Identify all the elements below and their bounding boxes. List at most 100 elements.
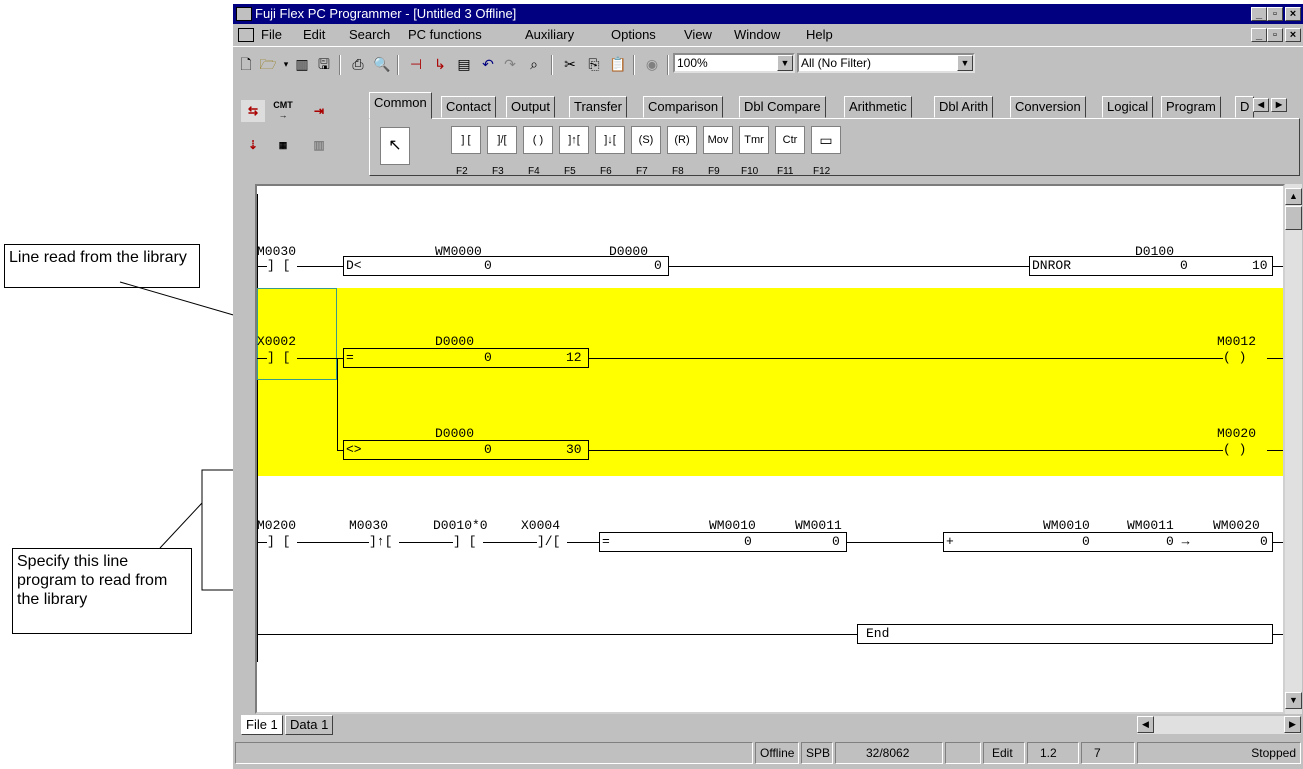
undo-icon[interactable]: ↶: [477, 53, 499, 75]
compare-b-value: 30: [566, 442, 582, 457]
tab-comparison[interactable]: Comparison: [643, 96, 724, 118]
palette-falling-edge-button[interactable]: ]↓[: [595, 126, 625, 154]
palette-coil-button[interactable]: ( ): [523, 126, 553, 154]
tab-common[interactable]: Common: [369, 92, 432, 119]
menu-search[interactable]: Search: [349, 24, 390, 46]
monitor-icon[interactable]: ▤: [453, 53, 475, 75]
menu-auxiliary[interactable]: Auxiliary: [525, 24, 574, 46]
ladder-view-icon[interactable]: ▦: [271, 134, 295, 156]
tab-logical[interactable]: Logical: [1102, 96, 1154, 118]
add-c-value: 0: [1260, 534, 1268, 549]
palette-mov-button[interactable]: Mov: [703, 126, 733, 154]
no-contact-symbol: ] [: [453, 534, 477, 549]
tab-program[interactable]: Program: [1161, 96, 1221, 118]
menu-file[interactable]: File: [261, 24, 282, 46]
chevron-down-icon[interactable]: ▼: [957, 55, 973, 71]
tab-output[interactable]: Output: [506, 96, 556, 118]
print-icon[interactable]: ⎙: [347, 53, 369, 75]
add-box[interactable]: + 0 0 → 0: [943, 532, 1273, 552]
block-icon[interactable]: ▥: [307, 134, 331, 156]
redo-icon[interactable]: ↷: [499, 53, 521, 75]
ladder-editor[interactable]: M0030 WM0000 D0000 D0100 ] [ D< 0 0 DNRO…: [255, 184, 1285, 714]
fkey-label: F7: [636, 166, 648, 177]
compare-op: D<: [346, 258, 362, 273]
palette-nc-contact-button[interactable]: ]/[: [487, 126, 517, 154]
mdi-close-button[interactable]: ×: [1285, 28, 1301, 42]
menu-help[interactable]: Help: [806, 24, 833, 46]
paste-icon[interactable]: 📋: [607, 53, 629, 75]
minimize-button[interactable]: _: [1251, 7, 1267, 21]
scroll-thumb[interactable]: [1285, 206, 1302, 230]
compare-box[interactable]: D< 0 0: [343, 256, 669, 276]
contact-label: M0030: [349, 518, 389, 533]
horizontal-scrollbar[interactable]: ◀ ▶: [1137, 716, 1301, 734]
tab-dbl-arith[interactable]: Dbl Arith: [934, 96, 994, 118]
tab-conversion[interactable]: Conversion: [1010, 96, 1086, 118]
end-box[interactable]: End: [857, 624, 1273, 644]
tab-scroll-right-icon[interactable]: ▶: [1271, 98, 1287, 112]
tab-dbl-compare[interactable]: Dbl Compare: [739, 96, 826, 118]
comment-icon[interactable]: CMT →: [271, 100, 295, 122]
scroll-down-icon[interactable]: ▼: [1285, 692, 1302, 709]
tab-d[interactable]: D: [1235, 96, 1255, 118]
compare-box[interactable]: = 0 12: [343, 348, 589, 368]
zoom-combo[interactable]: 100% ▼: [673, 53, 795, 73]
palette-rising-edge-button[interactable]: ]↑[: [559, 126, 589, 154]
menu-view[interactable]: View: [684, 24, 712, 46]
compare-box[interactable]: <> 0 30: [343, 440, 589, 460]
insert-line-icon[interactable]: ↳: [429, 53, 451, 75]
fkey-label: F3: [492, 166, 504, 177]
filter-combo[interactable]: All (No Filter) ▼: [797, 53, 975, 73]
contact-label: X0004: [521, 518, 561, 533]
branch-wire: [337, 358, 338, 450]
cmp-a-label: WM0010: [709, 518, 756, 533]
new-file-icon[interactable]: 🗋: [235, 53, 257, 75]
palette-reset-button[interactable]: (R): [667, 126, 697, 154]
palette-tmr-button[interactable]: Tmr: [739, 126, 769, 154]
comm-icon[interactable]: ◉: [641, 53, 663, 75]
menu-edit[interactable]: Edit: [303, 24, 325, 46]
pointer-select-icon[interactable]: ↖: [380, 127, 410, 165]
fkey-label: F2: [456, 166, 468, 177]
copy-icon[interactable]: ⎘: [583, 53, 605, 75]
compare-a-value: 0: [484, 258, 492, 273]
compare-box[interactable]: = 0 0: [599, 532, 847, 552]
tab-arithmetic[interactable]: Arithmetic: [844, 96, 912, 118]
wire: [1273, 266, 1283, 267]
maximize-button[interactable]: ▫: [1267, 7, 1283, 21]
status-edit: Edit: [983, 742, 1025, 764]
library-icon[interactable]: ▥: [291, 53, 313, 75]
chevron-down-icon[interactable]: ▼: [777, 55, 793, 71]
tab-contact[interactable]: Contact: [441, 96, 496, 118]
menu-options[interactable]: Options: [611, 24, 656, 46]
tab-data-1[interactable]: Data 1: [285, 715, 334, 735]
find-icon[interactable]: ⌕: [523, 53, 545, 75]
insert-rung-icon[interactable]: ⇣: [241, 134, 265, 156]
cut-icon[interactable]: ✂: [559, 53, 581, 75]
scroll-right-icon[interactable]: ▶: [1284, 716, 1301, 733]
tab-file-1[interactable]: File 1: [241, 715, 283, 735]
scroll-left-icon[interactable]: ◀: [1137, 716, 1154, 733]
network-left-icon[interactable]: ⇆: [241, 100, 265, 122]
mdi-restore-button[interactable]: ▫: [1267, 28, 1283, 42]
mdi-minimize-button[interactable]: _: [1251, 28, 1267, 42]
save-icon[interactable]: 🖫: [313, 53, 335, 75]
menu-pc-functions[interactable]: PC functions: [408, 24, 482, 46]
palette-box-button[interactable]: ▭: [811, 126, 841, 154]
insert-contact-icon[interactable]: ⊣: [405, 53, 427, 75]
palette-ctr-button[interactable]: Ctr: [775, 126, 805, 154]
close-button[interactable]: ×: [1285, 7, 1301, 21]
palette-set-button[interactable]: (S): [631, 126, 661, 154]
network-right-icon[interactable]: ⇥: [307, 100, 331, 122]
palette-no-contact-button[interactable]: ] [: [451, 126, 481, 154]
scroll-up-icon[interactable]: ▲: [1285, 188, 1302, 205]
print-preview-icon[interactable]: 🔍: [371, 53, 393, 75]
menu-window[interactable]: Window: [734, 24, 780, 46]
output-box[interactable]: DNROR 0 10: [1029, 256, 1273, 276]
tab-transfer[interactable]: Transfer: [569, 96, 627, 118]
wire: [399, 542, 453, 543]
vertical-scrollbar[interactable]: ▲ ▼: [1285, 184, 1302, 714]
add-a-value: 0: [1082, 534, 1090, 549]
tab-scroll-left-icon[interactable]: ◀: [1253, 98, 1269, 112]
status-steps: 32/8062: [835, 742, 943, 764]
